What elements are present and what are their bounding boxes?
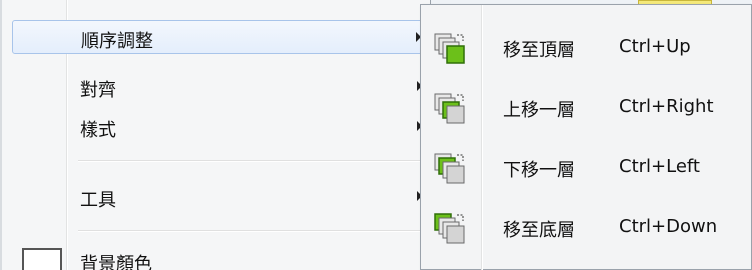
menu-item-label: 樣式: [80, 120, 116, 141]
submenu-item-label: 移至頂層: [503, 40, 575, 61]
shortcut-label: Ctrl+Up: [619, 36, 691, 57]
menu-item-label: 對齊: [80, 80, 116, 101]
send-to-back-icon: [434, 213, 465, 244]
order-submenu: 移至頂層 Ctrl+Up 上移一層 Ctrl+Right 下移一層 Ctrl+L…: [420, 4, 752, 270]
menu-item-tools[interactable]: 工具: [12, 180, 424, 214]
menu-item-style[interactable]: 樣式: [12, 110, 424, 144]
submenu-item-bring-forward[interactable]: 上移一層 Ctrl+Right: [423, 79, 749, 137]
submenu-item-label: 下移一層: [503, 160, 575, 181]
bring-forward-icon: [434, 93, 465, 124]
submenu-item-label: 上移一層: [503, 100, 575, 121]
menu-item-order[interactable]: 順序調整: [12, 20, 424, 54]
bring-to-front-icon: [434, 33, 465, 64]
send-backward-icon: [434, 153, 465, 184]
shortcut-label: Ctrl+Down: [619, 216, 718, 237]
menu-item-label: 背景顏色: [80, 254, 152, 270]
menu-item-align[interactable]: 對齊: [12, 70, 424, 104]
shortcut-label: Ctrl+Left: [619, 156, 700, 177]
menu-item-background-color[interactable]: 背景顏色: [12, 244, 424, 270]
menu-item-label: 工具: [80, 190, 116, 211]
menu-edge: [0, 0, 2, 270]
shortcut-label: Ctrl+Right: [619, 96, 714, 117]
menu-item-label: 順序調整: [81, 31, 153, 52]
menu-separator: [78, 160, 424, 162]
menu-separator: [78, 230, 424, 232]
submenu-item-label: 移至底層: [503, 220, 575, 241]
context-menu: 順序調整 對齊 樣式 工具 背景顏色: [0, 0, 431, 270]
screen: 順序調整 對齊 樣式 工具 背景顏色 移至頂層 Ctrl+Up 上移一層 Ctr…: [0, 0, 752, 270]
submenu-item-bring-to-front[interactable]: 移至頂層 Ctrl+Up: [423, 19, 749, 77]
submenu-item-send-backward[interactable]: 下移一層 Ctrl+Left: [423, 139, 749, 197]
submenu-item-send-to-back[interactable]: 移至底層 Ctrl+Down: [423, 199, 749, 257]
